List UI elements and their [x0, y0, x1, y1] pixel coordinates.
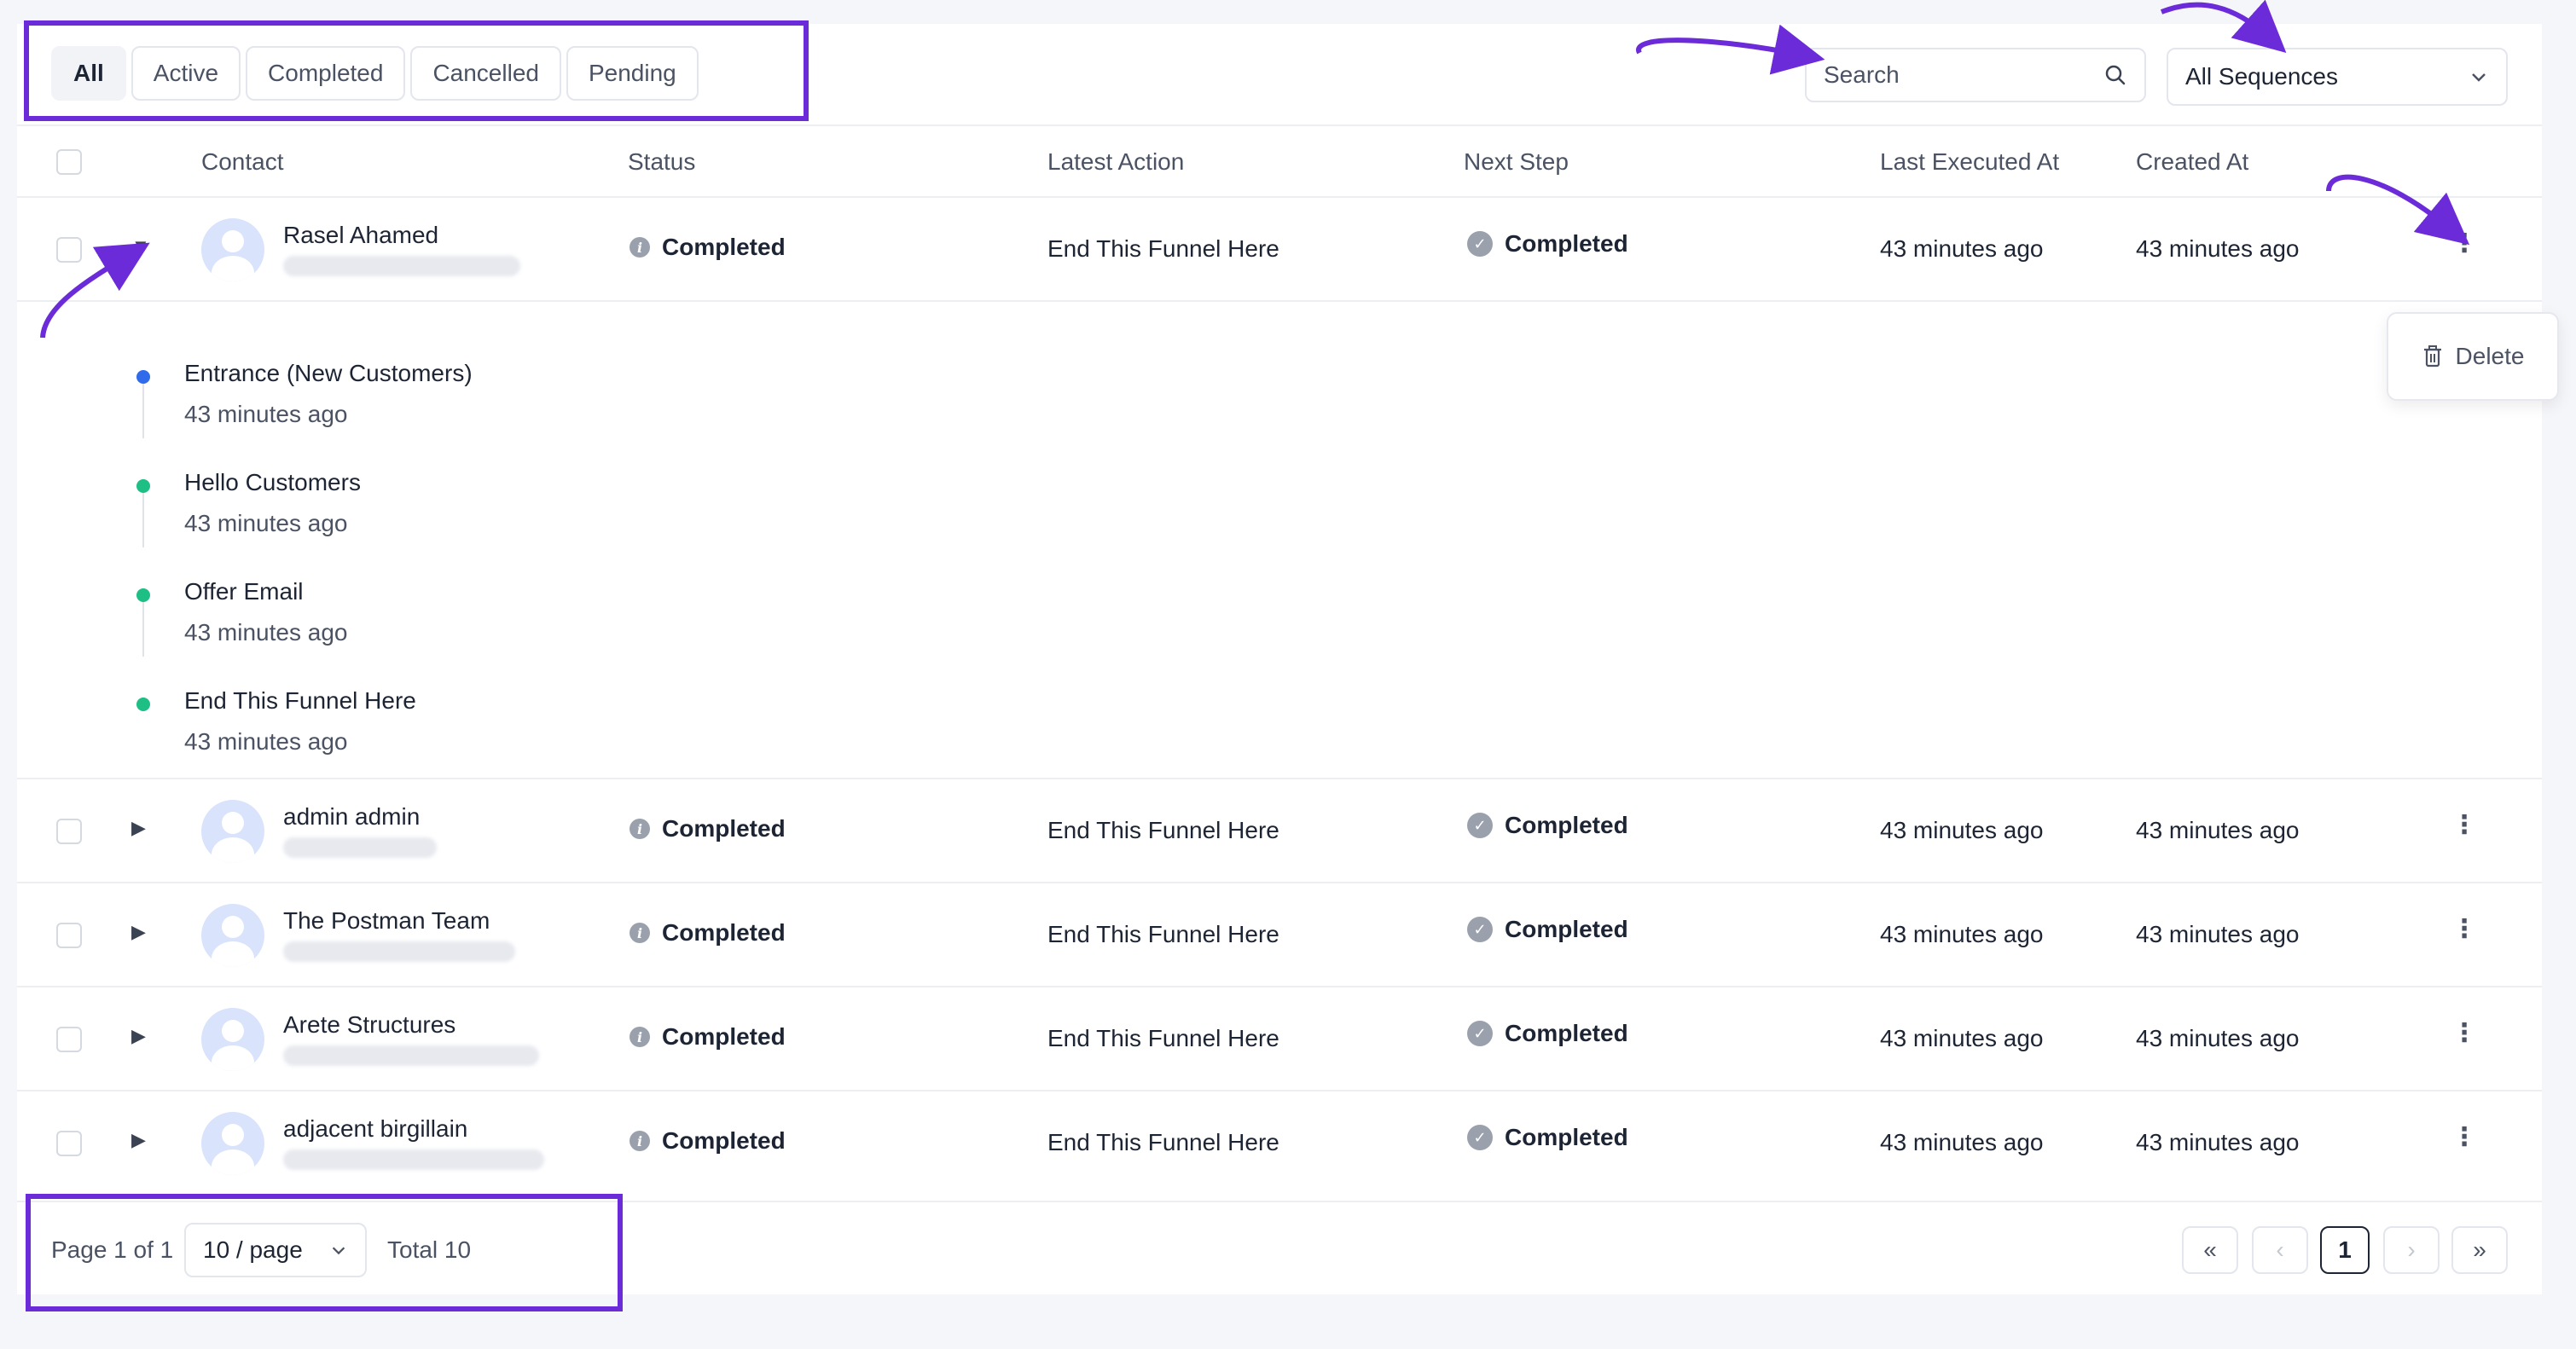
annotation-arrow-search [1636, 24, 1825, 75]
annotation-arrow-sequences [2160, 0, 2287, 53]
annotation-arrow-expand [40, 242, 150, 339]
annotation-arrow-more-actions [2326, 174, 2470, 246]
annotation-arrows [40, 0, 2470, 339]
